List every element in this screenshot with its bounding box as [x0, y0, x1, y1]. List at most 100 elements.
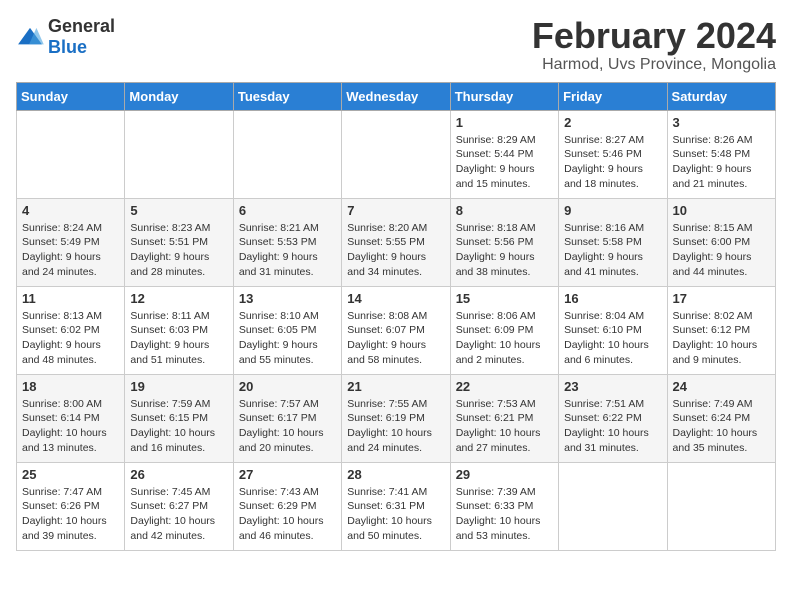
calendar-cell: 19 Sunrise: 7:59 AM Sunset: 6:15 PM Dayli…	[125, 374, 233, 462]
weekday-header-friday: Friday	[559, 82, 667, 110]
day-number: 21	[347, 379, 444, 394]
day-content: Sunrise: 7:57 AM Sunset: 6:17 PM Dayligh…	[239, 397, 336, 456]
calendar-week-2: 4 Sunrise: 8:24 AM Sunset: 5:49 PM Daylig…	[17, 198, 776, 286]
weekday-header-row: SundayMondayTuesdayWednesdayThursdayFrid…	[17, 82, 776, 110]
day-content: Sunrise: 7:59 AM Sunset: 6:15 PM Dayligh…	[130, 397, 227, 456]
day-content: Sunrise: 7:45 AM Sunset: 6:27 PM Dayligh…	[130, 485, 227, 544]
weekday-header-monday: Monday	[125, 82, 233, 110]
day-number: 28	[347, 467, 444, 482]
day-content: Sunrise: 8:10 AM Sunset: 6:05 PM Dayligh…	[239, 309, 336, 368]
day-number: 22	[456, 379, 553, 394]
calendar-cell: 28 Sunrise: 7:41 AM Sunset: 6:31 PM Dayli…	[342, 462, 450, 550]
day-content: Sunrise: 8:27 AM Sunset: 5:46 PM Dayligh…	[564, 133, 661, 192]
day-content: Sunrise: 7:55 AM Sunset: 6:19 PM Dayligh…	[347, 397, 444, 456]
day-content: Sunrise: 8:21 AM Sunset: 5:53 PM Dayligh…	[239, 221, 336, 280]
calendar-cell	[667, 462, 775, 550]
day-content: Sunrise: 8:13 AM Sunset: 6:02 PM Dayligh…	[22, 309, 119, 368]
day-content: Sunrise: 7:41 AM Sunset: 6:31 PM Dayligh…	[347, 485, 444, 544]
day-content: Sunrise: 8:18 AM Sunset: 5:56 PM Dayligh…	[456, 221, 553, 280]
calendar-cell: 12 Sunrise: 8:11 AM Sunset: 6:03 PM Dayli…	[125, 286, 233, 374]
calendar-cell: 4 Sunrise: 8:24 AM Sunset: 5:49 PM Daylig…	[17, 198, 125, 286]
day-content: Sunrise: 8:11 AM Sunset: 6:03 PM Dayligh…	[130, 309, 227, 368]
day-content: Sunrise: 7:43 AM Sunset: 6:29 PM Dayligh…	[239, 485, 336, 544]
calendar-body: 1 Sunrise: 8:29 AM Sunset: 5:44 PM Daylig…	[17, 110, 776, 550]
calendar-cell	[342, 110, 450, 198]
weekday-header-wednesday: Wednesday	[342, 82, 450, 110]
logo-blue: Blue	[48, 37, 87, 57]
calendar-cell: 1 Sunrise: 8:29 AM Sunset: 5:44 PM Daylig…	[450, 110, 558, 198]
calendar-cell: 5Sunrise: 8:23 AM Sunset: 5:51 PM Daylig…	[125, 198, 233, 286]
logo-text: General Blue	[48, 16, 115, 58]
day-number: 3	[673, 115, 770, 130]
day-number: 18	[22, 379, 119, 394]
calendar-cell: 14 Sunrise: 8:08 AM Sunset: 6:07 PM Dayli…	[342, 286, 450, 374]
day-content: Sunrise: 7:51 AM Sunset: 6:22 PM Dayligh…	[564, 397, 661, 456]
day-number: 11	[22, 291, 119, 306]
day-number: 9	[564, 203, 661, 218]
day-number: 20	[239, 379, 336, 394]
day-content: Sunrise: 7:53 AM Sunset: 6:21 PM Dayligh…	[456, 397, 553, 456]
day-content: Sunrise: 8:23 AM Sunset: 5:51 PM Dayligh…	[130, 221, 227, 280]
weekday-header-saturday: Saturday	[667, 82, 775, 110]
calendar-week-1: 1 Sunrise: 8:29 AM Sunset: 5:44 PM Daylig…	[17, 110, 776, 198]
day-content: Sunrise: 8:15 AM Sunset: 6:00 PM Dayligh…	[673, 221, 770, 280]
calendar-cell: 15Sunrise: 8:06 AM Sunset: 6:09 PM Dayli…	[450, 286, 558, 374]
day-number: 16	[564, 291, 661, 306]
calendar-cell	[125, 110, 233, 198]
day-content: Sunrise: 8:08 AM Sunset: 6:07 PM Dayligh…	[347, 309, 444, 368]
day-content: Sunrise: 8:02 AM Sunset: 6:12 PM Dayligh…	[673, 309, 770, 368]
day-content: Sunrise: 8:00 AM Sunset: 6:14 PM Dayligh…	[22, 397, 119, 456]
calendar-week-4: 18 Sunrise: 8:00 AM Sunset: 6:14 PM Dayli…	[17, 374, 776, 462]
calendar-cell: 29 Sunrise: 7:39 AM Sunset: 6:33 PM Dayli…	[450, 462, 558, 550]
month-title: February 2024	[532, 16, 776, 56]
day-number: 14	[347, 291, 444, 306]
day-number: 4	[22, 203, 119, 218]
day-number: 19	[130, 379, 227, 394]
weekday-header-thursday: Thursday	[450, 82, 558, 110]
day-content: Sunrise: 8:29 AM Sunset: 5:44 PM Dayligh…	[456, 133, 553, 192]
day-number: 10	[673, 203, 770, 218]
calendar-cell: 11 Sunrise: 8:13 AM Sunset: 6:02 PM Dayli…	[17, 286, 125, 374]
day-number: 23	[564, 379, 661, 394]
day-number: 24	[673, 379, 770, 394]
calendar-cell: 9 Sunrise: 8:16 AM Sunset: 5:58 PM Daylig…	[559, 198, 667, 286]
day-content: Sunrise: 7:47 AM Sunset: 6:26 PM Dayligh…	[22, 485, 119, 544]
day-number: 25	[22, 467, 119, 482]
calendar-cell: 17 Sunrise: 8:02 AM Sunset: 6:12 PM Dayli…	[667, 286, 775, 374]
calendar-cell: 26 Sunrise: 7:45 AM Sunset: 6:27 PM Dayli…	[125, 462, 233, 550]
day-content: Sunrise: 8:16 AM Sunset: 5:58 PM Dayligh…	[564, 221, 661, 280]
day-number: 17	[673, 291, 770, 306]
day-content: Sunrise: 7:39 AM Sunset: 6:33 PM Dayligh…	[456, 485, 553, 544]
calendar-cell: 27 Sunrise: 7:43 AM Sunset: 6:29 PM Dayli…	[233, 462, 341, 550]
day-content: Sunrise: 8:20 AM Sunset: 5:55 PM Dayligh…	[347, 221, 444, 280]
calendar-cell	[559, 462, 667, 550]
calendar-cell: 10 Sunrise: 8:15 AM Sunset: 6:00 PM Dayli…	[667, 198, 775, 286]
day-number: 6	[239, 203, 336, 218]
logo-icon	[16, 26, 44, 48]
calendar-cell: 16 Sunrise: 8:04 AM Sunset: 6:10 PM Dayli…	[559, 286, 667, 374]
day-number: 7	[347, 203, 444, 218]
calendar-cell: 23 Sunrise: 7:51 AM Sunset: 6:22 PM Dayli…	[559, 374, 667, 462]
logo: General Blue	[16, 16, 115, 58]
weekday-header-sunday: Sunday	[17, 82, 125, 110]
day-number: 8	[456, 203, 553, 218]
day-number: 12	[130, 291, 227, 306]
day-number: 27	[239, 467, 336, 482]
day-content: Sunrise: 8:04 AM Sunset: 6:10 PM Dayligh…	[564, 309, 661, 368]
day-number: 26	[130, 467, 227, 482]
calendar-cell: 24Sunrise: 7:49 AM Sunset: 6:24 PM Dayli…	[667, 374, 775, 462]
location-title: Harmod, Uvs Province, Mongolia	[532, 56, 776, 74]
day-content: Sunrise: 8:24 AM Sunset: 5:49 PM Dayligh…	[22, 221, 119, 280]
day-number: 2	[564, 115, 661, 130]
calendar-cell: 2 Sunrise: 8:27 AM Sunset: 5:46 PM Daylig…	[559, 110, 667, 198]
calendar-cell	[233, 110, 341, 198]
title-area: February 2024 Harmod, Uvs Province, Mong…	[532, 16, 776, 74]
calendar-cell: 18 Sunrise: 8:00 AM Sunset: 6:14 PM Dayli…	[17, 374, 125, 462]
calendar-cell: 21 Sunrise: 7:55 AM Sunset: 6:19 PM Dayli…	[342, 374, 450, 462]
calendar-week-3: 11 Sunrise: 8:13 AM Sunset: 6:02 PM Dayli…	[17, 286, 776, 374]
day-number: 1	[456, 115, 553, 130]
day-number: 29	[456, 467, 553, 482]
calendar-week-5: 25 Sunrise: 7:47 AM Sunset: 6:26 PM Dayli…	[17, 462, 776, 550]
page-header: General Blue February 2024 Harmod, Uvs P…	[16, 16, 776, 74]
calendar-table: SundayMondayTuesdayWednesdayThursdayFrid…	[16, 82, 776, 551]
